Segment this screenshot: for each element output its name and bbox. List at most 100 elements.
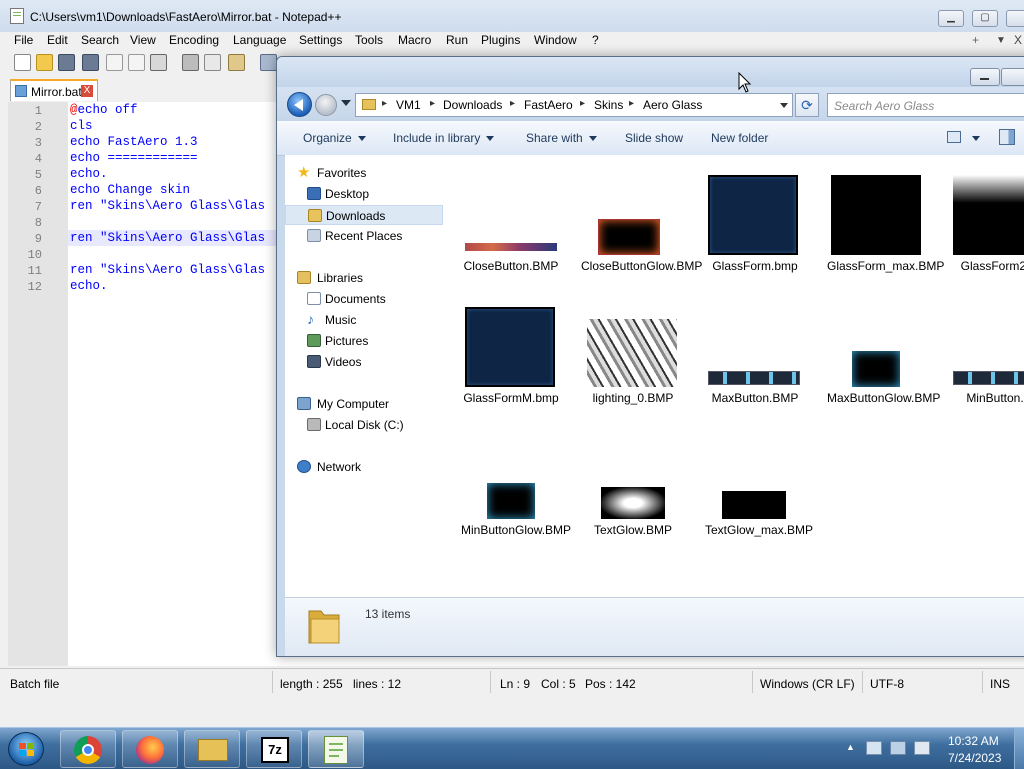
nav-videos[interactable]: Videos xyxy=(285,352,443,372)
tab-close-icon[interactable]: X xyxy=(81,85,93,97)
clock-date[interactable]: 7/24/2023 xyxy=(948,751,1001,765)
status-eol[interactable]: Windows (CR LF) xyxy=(760,677,855,691)
refresh-icon[interactable]: ⟳ xyxy=(795,93,819,117)
new-folder-button[interactable]: New folder xyxy=(711,131,768,145)
menu-file[interactable]: File xyxy=(14,33,33,47)
explorer-title-bar[interactable] xyxy=(277,57,1024,87)
nav-favorites[interactable]: ★ Favorites xyxy=(285,163,443,183)
file-item[interactable]: MaxButton.BMP xyxy=(705,307,805,417)
print-icon[interactable] xyxy=(150,54,167,71)
breadcrumb-fastaero[interactable]: FastAero xyxy=(524,98,573,112)
breadcrumb-downloads[interactable]: Downloads xyxy=(443,98,502,112)
nav-libraries[interactable]: Libraries xyxy=(285,268,443,288)
preview-pane-icon[interactable] xyxy=(999,129,1015,145)
nav-local-disk[interactable]: Local Disk (C:) xyxy=(285,415,443,435)
code-line[interactable]: @echo off xyxy=(70,103,138,117)
menu-tools[interactable]: Tools xyxy=(355,33,383,47)
organize-button[interactable]: Organize xyxy=(303,131,366,145)
back-arrow-icon[interactable] xyxy=(287,92,312,117)
file-item[interactable]: CloseButtonGlow.BMP xyxy=(581,175,702,305)
menu-run[interactable]: Run xyxy=(446,33,468,47)
tab-mirror-bat[interactable]: Mirror.bat X xyxy=(10,79,98,101)
show-desktop-button[interactable] xyxy=(1014,728,1024,769)
slide-show-button[interactable]: Slide show xyxy=(625,131,683,145)
menu-edit[interactable]: Edit xyxy=(47,33,68,47)
code-line[interactable]: ren "Skins\Aero Glass\Glas xyxy=(70,231,265,245)
npp-title-bar[interactable]: C:\Users\vm1\Downloads\FastAero\Mirror.b… xyxy=(0,0,1024,32)
nav-downloads[interactable]: Downloads xyxy=(285,205,443,225)
menu-close-tab[interactable]: X xyxy=(1014,33,1022,47)
file-item[interactable]: MinButton.B xyxy=(949,307,1024,417)
paste-icon[interactable] xyxy=(228,54,245,71)
menu-search[interactable]: Search xyxy=(81,33,119,47)
file-item[interactable]: CloseButton.BMP xyxy=(461,175,561,285)
recent-pages-chevron-icon[interactable] xyxy=(341,100,351,106)
action-center-flag-icon[interactable] xyxy=(866,741,882,755)
explorer-minimize-button[interactable] xyxy=(970,68,1000,86)
menu-plugins[interactable]: Plugins xyxy=(481,33,520,47)
nav-recent-places[interactable]: Recent Places xyxy=(285,226,443,246)
copy-icon[interactable] xyxy=(204,54,221,71)
nav-music[interactable]: ♪ Music xyxy=(285,310,443,330)
file-item[interactable]: GlassForm.bmp xyxy=(705,175,805,285)
clock-time[interactable]: 10:32 AM xyxy=(948,734,999,748)
volume-muted-icon[interactable] xyxy=(914,741,930,755)
code-line[interactable]: echo FastAero 1.3 xyxy=(70,135,198,149)
nav-desktop[interactable]: Desktop xyxy=(285,184,443,204)
menu-tab-list[interactable]: ▼ xyxy=(996,35,1006,46)
menu-macro[interactable]: Macro xyxy=(398,33,431,47)
menu-window[interactable]: Window xyxy=(534,33,577,47)
address-dropdown-icon[interactable] xyxy=(780,103,788,108)
open-file-icon[interactable] xyxy=(36,54,53,71)
file-item[interactable]: GlassFormM.bmp xyxy=(461,307,561,427)
file-item[interactable]: lighting_0.BMP xyxy=(583,307,683,417)
code-line[interactable]: echo ============ xyxy=(70,151,198,165)
include-in-library-button[interactable]: Include in library xyxy=(393,131,495,145)
status-insert-mode[interactable]: INS xyxy=(990,677,1010,691)
file-item[interactable]: GlassForm_max.BMP xyxy=(827,175,944,305)
code-line[interactable]: ren "Skins\Aero Glass\Glas xyxy=(70,263,265,277)
close-file-icon[interactable] xyxy=(106,54,123,71)
menu-settings[interactable]: Settings xyxy=(299,33,342,47)
show-hidden-icons[interactable]: ▲ xyxy=(846,742,855,752)
file-item[interactable]: TextGlow_max.BMP xyxy=(705,439,813,569)
menu-help[interactable]: ? xyxy=(592,33,599,47)
file-item[interactable]: MaxButtonGlow.BMP xyxy=(827,307,940,437)
breadcrumb-chevron-icon[interactable]: ▸ xyxy=(629,98,634,109)
npp-minimize-button[interactable]: ▁ xyxy=(938,10,964,27)
breadcrumb-chevron-icon[interactable]: ▸ xyxy=(430,98,435,109)
search-input[interactable]: Search Aero Glass xyxy=(827,93,1024,117)
nav-documents[interactable]: Documents xyxy=(285,289,443,309)
breadcrumb-chevron-icon[interactable]: ▸ xyxy=(510,98,515,109)
status-encoding[interactable]: UTF-8 xyxy=(870,677,904,691)
view-dropdown-icon[interactable] xyxy=(972,136,980,141)
menu-view[interactable]: View xyxy=(130,33,156,47)
share-with-button[interactable]: Share with xyxy=(526,131,597,145)
close-all-icon[interactable] xyxy=(128,54,145,71)
npp-close-button[interactable] xyxy=(1006,10,1024,27)
code-line[interactable]: echo. xyxy=(70,279,108,293)
breadcrumb-chevron-icon[interactable]: ▸ xyxy=(580,98,585,109)
file-item[interactable]: GlassForm2.B xyxy=(949,175,1024,285)
nav-pictures[interactable]: Pictures xyxy=(285,331,443,351)
new-file-icon[interactable] xyxy=(14,54,31,71)
save-all-icon[interactable] xyxy=(82,54,99,71)
breadcrumb-vm1[interactable]: VM1 xyxy=(396,98,421,112)
forward-arrow-icon[interactable] xyxy=(315,94,337,116)
breadcrumb-aero-glass[interactable]: Aero Glass xyxy=(643,98,702,112)
network-tray-icon[interactable] xyxy=(890,741,906,755)
code-line[interactable]: echo Change skin xyxy=(70,183,190,197)
menu-encoding[interactable]: Encoding xyxy=(169,33,219,47)
undo-icon[interactable] xyxy=(260,54,277,71)
code-line[interactable]: echo. xyxy=(70,167,108,181)
change-view-icon[interactable] xyxy=(947,131,961,143)
file-item[interactable]: MinButtonGlow.BMP xyxy=(461,439,571,569)
save-icon[interactable] xyxy=(58,54,75,71)
explorer-maximize-button[interactable] xyxy=(1001,68,1024,86)
code-line[interactable]: cls xyxy=(70,119,93,133)
nav-my-computer[interactable]: My Computer xyxy=(285,394,443,414)
menu-language[interactable]: Language xyxy=(233,33,286,47)
code-line[interactable]: ren "Skins\Aero Glass\Glas xyxy=(70,199,265,213)
cut-icon[interactable] xyxy=(182,54,199,71)
npp-maximize-button[interactable]: ▢ xyxy=(972,10,998,27)
